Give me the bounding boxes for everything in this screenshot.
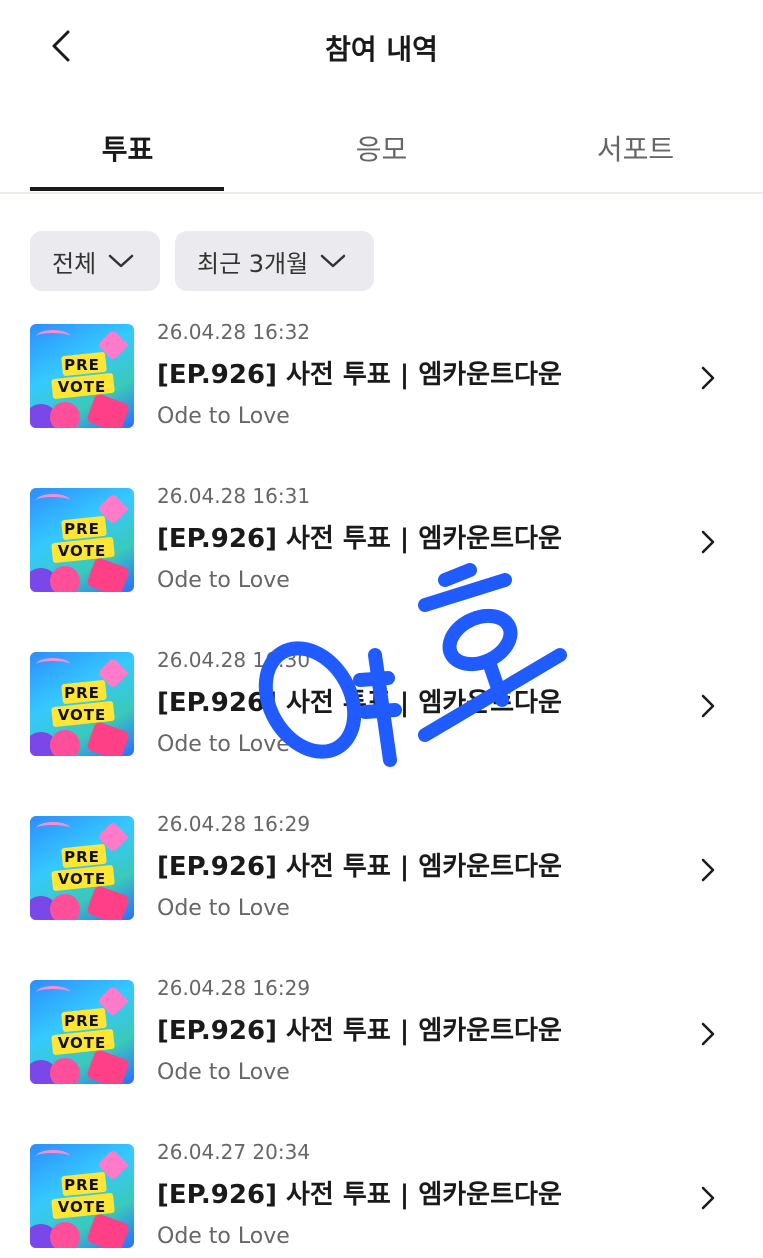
chevron-right-icon (701, 1186, 715, 1210)
item-date: 26.04.28 16:31 (157, 484, 311, 508)
filter-period-dropdown[interactable]: 최근 3개월 (175, 231, 374, 291)
item-date: 26.04.28 16:30 (157, 648, 311, 672)
filter-period-label: 최근 3개월 (197, 249, 309, 278)
filter-category-dropdown[interactable]: 전체 (30, 231, 160, 291)
item-title: [EP.926] 사전 투표 | 엠카운트다운 (157, 1016, 562, 1046)
thumbnail-label-pre: PRE (64, 1012, 100, 1030)
prevote-thumbnail: PRE VOTE (30, 324, 134, 428)
chevron-right-icon (701, 530, 715, 554)
item-date: 26.04.28 16:32 (157, 320, 311, 344)
prevote-thumbnail: PRE VOTE (30, 488, 134, 592)
item-date: 26.04.27 20:34 (157, 1140, 311, 1164)
thumbnail-label-pre: PRE (64, 1176, 100, 1194)
prevote-thumbnail: PRE VOTE (30, 1144, 134, 1248)
item-date: 26.04.28 16:29 (157, 812, 311, 836)
thumbnail-label-vote: VOTE (57, 1198, 107, 1216)
item-subtitle: Ode to Love (157, 896, 290, 921)
prevote-thumbnail: PRE VOTE (30, 652, 134, 756)
thumbnail-label-pre: PRE (64, 684, 100, 702)
thumbnail-label-vote: VOTE (57, 706, 107, 724)
header-bar: 참여 내역 (0, 0, 763, 95)
list-item[interactable]: PRE VOTE 26.04.28 16:30 [EP.926] 사전 투표 |… (0, 646, 763, 766)
list-item[interactable]: PRE VOTE 26.04.28 16:31 [EP.926] 사전 투표 |… (0, 482, 763, 602)
thumbnail-label-pre: PRE (64, 520, 100, 538)
thumbnail-label-pre: PRE (64, 848, 100, 866)
chevron-down-icon (320, 254, 346, 268)
tab-entry[interactable]: 응모 (254, 128, 509, 168)
tab-support[interactable]: 서포트 (508, 128, 763, 168)
thumbnail-label-vote: VOTE (57, 870, 107, 888)
list-item[interactable]: PRE VOTE 26.04.28 16:29 [EP.926] 사전 투표 |… (0, 974, 763, 1094)
item-subtitle: Ode to Love (157, 404, 290, 429)
thumbnail-label-vote: VOTE (57, 542, 107, 560)
filter-category-label: 전체 (52, 249, 97, 278)
item-subtitle: Ode to Love (157, 1060, 290, 1085)
thumbnail-label-vote: VOTE (57, 1034, 107, 1052)
page-title: 참여 내역 (325, 33, 438, 66)
item-date: 26.04.28 16:29 (157, 976, 311, 1000)
item-title: [EP.926] 사전 투표 | 엠카운트다운 (157, 688, 562, 718)
chevron-down-icon (108, 254, 134, 268)
prevote-thumbnail: PRE VOTE (30, 980, 134, 1084)
chevron-right-icon (701, 858, 715, 882)
item-title: [EP.926] 사전 투표 | 엠카운트다운 (157, 524, 562, 554)
list-item[interactable]: PRE VOTE 26.04.28 16:29 [EP.926] 사전 투표 |… (0, 810, 763, 930)
item-subtitle: Ode to Love (157, 732, 290, 757)
item-title: [EP.926] 사전 투표 | 엠카운트다운 (157, 852, 562, 882)
chevron-right-icon (701, 694, 715, 718)
item-title: [EP.926] 사전 투표 | 엠카운트다운 (157, 360, 562, 390)
item-subtitle: Ode to Love (157, 1224, 290, 1249)
item-title: [EP.926] 사전 투표 | 엠카운트다운 (157, 1180, 562, 1210)
thumbnail-label-pre: PRE (64, 356, 100, 374)
chevron-right-icon (701, 1022, 715, 1046)
tab-bar: 투표 응모 서포트 (0, 100, 763, 194)
list-item[interactable]: PRE VOTE 26.04.27 20:34 [EP.926] 사전 투표 |… (0, 1138, 763, 1258)
chevron-right-icon (701, 366, 715, 390)
thumbnail-label-vote: VOTE (57, 378, 107, 396)
tab-vote[interactable]: 투표 (0, 128, 255, 168)
active-tab-indicator (30, 187, 224, 191)
list-item[interactable]: PRE VOTE 26.04.28 16:32 [EP.926] 사전 투표 |… (0, 318, 763, 438)
prevote-thumbnail: PRE VOTE (30, 816, 134, 920)
item-subtitle: Ode to Love (157, 568, 290, 593)
